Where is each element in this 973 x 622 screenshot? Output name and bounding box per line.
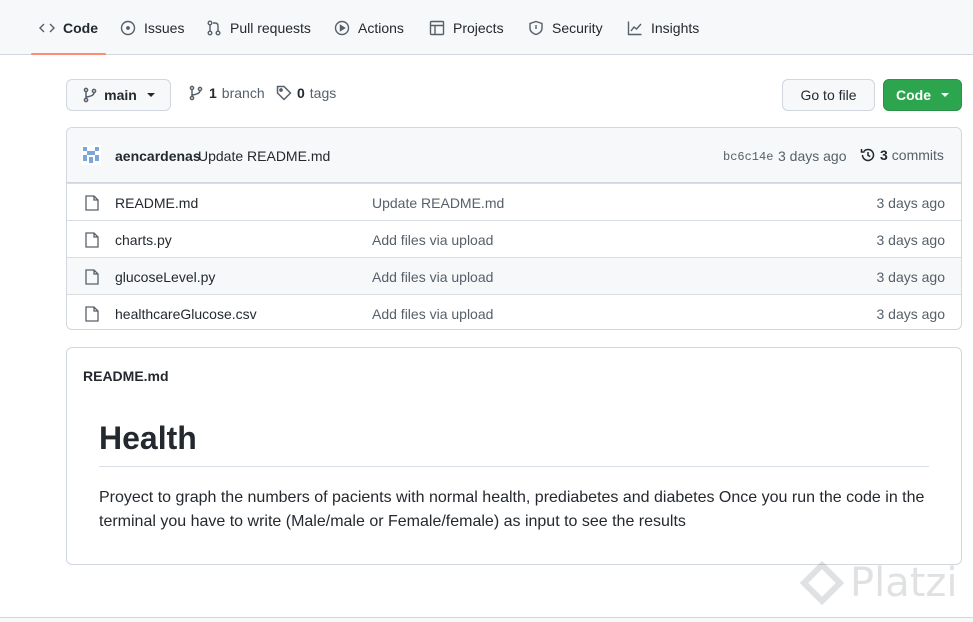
readme-file-name[interactable]: README.md: [83, 368, 169, 384]
commits-link[interactable]: 3 commits: [860, 147, 944, 163]
code-icon: [39, 23, 55, 32]
branch-count: 1: [209, 85, 217, 101]
platzi-logo-icon: [800, 561, 844, 605]
file-row[interactable]: README.md Update README.md 3 days ago: [67, 183, 961, 220]
file-browser: aencardenas Update README.md bc6c14e 3 d…: [66, 127, 962, 330]
file-name[interactable]: README.md: [115, 195, 198, 211]
file-name[interactable]: healthcareGlucose.csv: [115, 306, 257, 322]
chevron-down-icon: [941, 93, 949, 97]
readme-panel: README.md Health Proyect to graph the nu…: [66, 347, 962, 565]
file-commit-message[interactable]: Update README.md: [372, 195, 504, 211]
file-icon: [85, 232, 99, 248]
tab-pull-requests-label: Pull requests: [230, 19, 311, 36]
issue-icon: [120, 20, 136, 35]
play-icon: [334, 20, 350, 35]
tag-label: tags: [309, 85, 337, 101]
file-commit-message[interactable]: Add files via upload: [372, 269, 493, 285]
commit-time: 3 days ago: [778, 148, 847, 164]
file-name[interactable]: charts.py: [115, 232, 172, 248]
file-commit-time: 3 days ago: [876, 232, 946, 248]
file-commit-time: 3 days ago: [876, 306, 946, 322]
file-commit-time: 3 days ago: [876, 269, 946, 285]
latest-commit-bar: aencardenas Update README.md bc6c14e 3 d…: [67, 128, 961, 183]
tag-icon: [276, 85, 292, 101]
file-commit-message[interactable]: Add files via upload: [372, 306, 493, 322]
readme-body: Proyect to graph the numbers of pacients…: [99, 489, 925, 530]
branch-icon: [189, 85, 203, 101]
page-bottom-border: [0, 617, 973, 622]
branch-label: branch: [221, 85, 265, 101]
file-row[interactable]: glucoseLevel.py Add files via upload 3 d…: [67, 257, 961, 294]
chevron-down-icon: [146, 93, 155, 97]
shield-icon: [529, 20, 543, 35]
commit-count: 3: [880, 147, 888, 163]
tab-security-label: Security: [552, 19, 603, 36]
tab-code-label: Code: [63, 19, 98, 36]
tab-actions[interactable]: Actions: [326, 0, 412, 55]
branch-select-button[interactable]: main: [66, 79, 171, 111]
tab-actions-label: Actions: [358, 19, 404, 36]
repo-nav: Code Issues Pull requests Actions Projec…: [0, 0, 973, 55]
watermark-text: Platzi: [850, 560, 958, 606]
go-to-file-button[interactable]: Go to file: [782, 79, 875, 111]
tab-insights-label: Insights: [651, 19, 700, 36]
commit-author[interactable]: aencardenas: [115, 148, 201, 164]
avatar[interactable]: [81, 145, 101, 165]
file-commit-time: 3 days ago: [876, 195, 946, 211]
file-row[interactable]: charts.py Add files via upload 3 days ag…: [67, 220, 961, 257]
table-icon: [429, 20, 445, 35]
tags-link[interactable]: 0 tags: [276, 85, 336, 101]
file-name[interactable]: glucoseLevel.py: [115, 269, 215, 285]
go-to-file-label: Go to file: [800, 87, 857, 103]
code-button[interactable]: Code: [883, 79, 962, 111]
file-icon: [85, 195, 99, 211]
tab-code[interactable]: Code: [31, 0, 106, 55]
platzi-watermark: Platzi: [800, 560, 958, 606]
commit-message[interactable]: Update README.md: [198, 148, 330, 164]
tab-issues-label: Issues: [144, 19, 185, 36]
file-row[interactable]: healthcareGlucose.csv Add files via uplo…: [67, 294, 961, 329]
tag-count: 0: [297, 85, 305, 101]
commit-label: commits: [891, 147, 944, 163]
tab-projects-label: Projects: [453, 19, 504, 36]
tab-pull-requests[interactable]: Pull requests: [198, 0, 319, 55]
history-icon: [860, 148, 875, 162]
file-commit-message[interactable]: Add files via upload: [372, 232, 493, 248]
tab-projects[interactable]: Projects: [421, 0, 512, 55]
graph-icon: [627, 21, 642, 35]
readme-heading: Health: [99, 420, 929, 468]
pull-request-icon: [207, 20, 221, 35]
branches-link[interactable]: 1 branch: [188, 85, 265, 101]
branch-icon: [83, 87, 97, 103]
tab-issues[interactable]: Issues: [112, 0, 192, 55]
code-button-label: Code: [896, 87, 931, 103]
tab-security[interactable]: Security: [520, 0, 611, 55]
commit-sha[interactable]: bc6c14e: [723, 150, 773, 164]
file-icon: [85, 306, 99, 322]
file-icon: [85, 269, 99, 285]
tab-insights[interactable]: Insights: [619, 0, 707, 55]
branch-name: main: [104, 87, 137, 103]
